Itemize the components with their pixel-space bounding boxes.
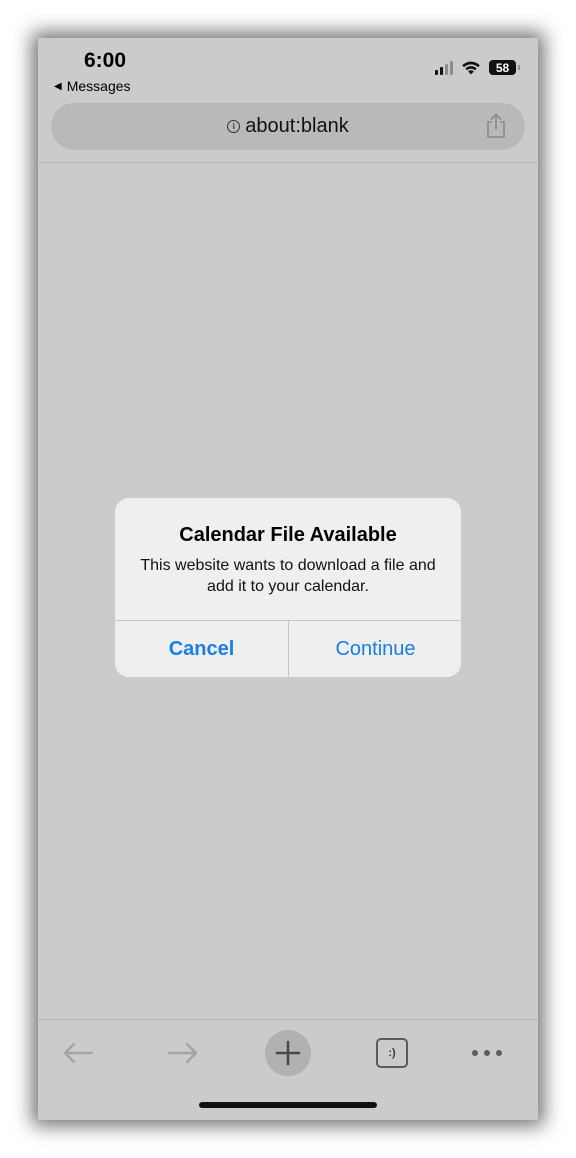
dialog-title: Calendar File Available <box>179 524 397 546</box>
battery-icon: 58 <box>489 60 520 75</box>
top-divider <box>38 162 538 163</box>
home-indicator[interactable] <box>199 1102 377 1108</box>
more-button[interactable] <box>460 1026 514 1080</box>
wifi-icon <box>462 61 480 75</box>
back-button[interactable] <box>51 1026 105 1080</box>
status-icons: 58 <box>435 60 520 75</box>
share-icon[interactable] <box>485 113 507 139</box>
phone-screen: 6:00 ◀ Messages 58 i about:blank Calenda… <box>38 38 538 1120</box>
url-bar[interactable]: i about:blank <box>51 103 525 150</box>
dialog-message: This website wants to download a file an… <box>140 557 436 595</box>
plus-circle <box>265 1030 311 1076</box>
battery-level: 58 <box>495 60 510 75</box>
more-icon <box>472 1050 502 1056</box>
info-icon[interactable]: i <box>227 120 241 133</box>
signal-icon <box>435 60 453 75</box>
back-link-label: Messages <box>66 78 131 94</box>
back-caret-icon: ◀ <box>54 80 62 92</box>
calendar-alert-dialog: Calendar File Available This website wan… <box>115 498 461 677</box>
url-text: about:blank <box>245 115 349 137</box>
back-arrow-icon <box>63 1042 94 1064</box>
cancel-button[interactable]: Cancel <box>115 621 288 677</box>
continue-button[interactable]: Continue <box>289 621 461 677</box>
plus-icon <box>275 1040 301 1066</box>
forward-arrow-icon <box>167 1042 198 1064</box>
forward-button[interactable] <box>156 1026 210 1080</box>
tabs-icon: :) <box>376 1038 408 1068</box>
back-to-messages-link[interactable]: ◀ Messages <box>54 78 131 94</box>
tabs-button[interactable]: :) <box>365 1026 419 1080</box>
new-tab-button[interactable] <box>261 1026 315 1080</box>
status-time: 6:00 <box>84 49 127 72</box>
